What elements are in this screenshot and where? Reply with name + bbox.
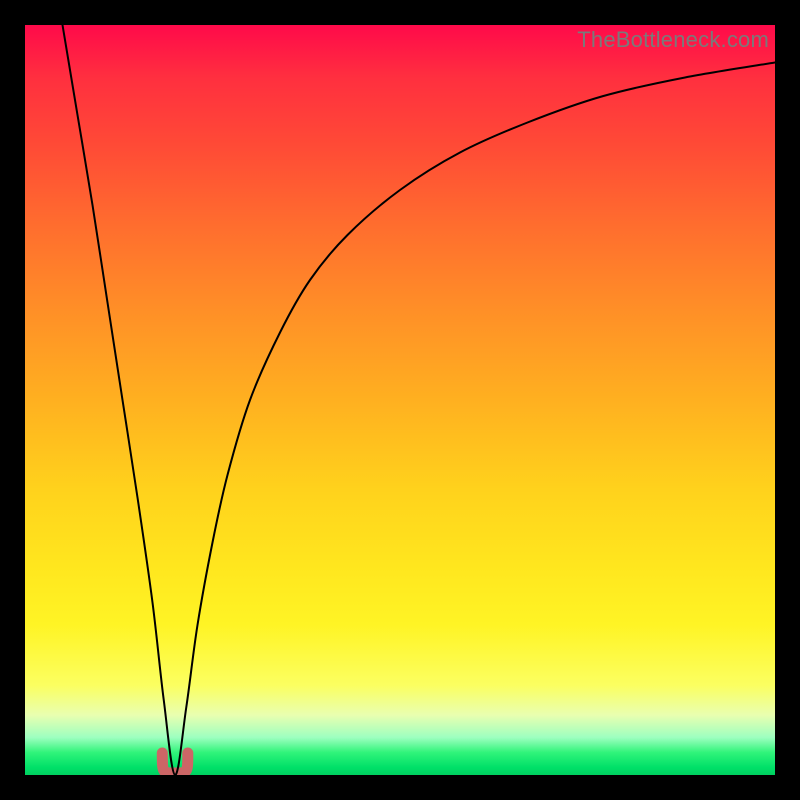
curve-line — [63, 25, 776, 775]
plot-area: TheBottleneck.com — [25, 25, 775, 775]
min-marker-icon — [162, 753, 188, 773]
chart-svg — [25, 25, 775, 775]
chart-frame: TheBottleneck.com — [0, 0, 800, 800]
